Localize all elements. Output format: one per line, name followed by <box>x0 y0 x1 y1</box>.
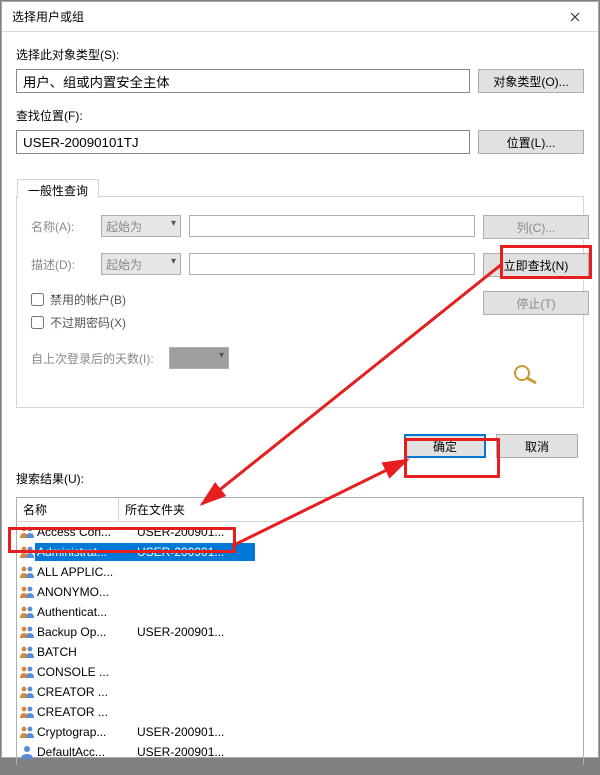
column-folder[interactable]: 所在文件夹 <box>119 498 583 521</box>
cell-name: Backup Op... <box>35 623 135 641</box>
locations-button[interactable]: 位置(L)... <box>478 130 584 154</box>
principal-icon <box>19 704 35 720</box>
cell-folder <box>135 710 255 714</box>
list-item[interactable]: CREATOR ... <box>17 702 583 722</box>
days-since-login-combo[interactable] <box>169 347 229 369</box>
name-input[interactable] <box>189 215 475 237</box>
cell-name: ALL APPLIC... <box>35 563 135 581</box>
list-item[interactable]: DefaultAcc...USER-200901... <box>17 742 583 762</box>
list-item[interactable]: Backup Op...USER-200901... <box>17 622 583 642</box>
dialog-window: 选择用户或组 选择此对象类型(S): 对象类型(O)... 查找位置(F): 位… <box>1 1 599 758</box>
principal-icon <box>19 604 35 620</box>
titlebar: 选择用户或组 <box>2 2 598 32</box>
tab-common-query[interactable]: 一般性查询 <box>17 179 99 198</box>
object-types-button[interactable]: 对象类型(O)... <box>478 69 584 93</box>
cell-folder: USER-200901... <box>135 623 255 641</box>
cell-name: CREATOR ... <box>35 683 135 701</box>
cell-folder <box>135 570 255 574</box>
cell-folder: USER-200901... <box>135 523 255 541</box>
list-item[interactable]: ANONYMO... <box>17 582 583 602</box>
principal-icon <box>19 644 35 660</box>
search-results[interactable]: 名称 所在文件夹 Access Con...USER-200901...Admi… <box>16 497 584 765</box>
list-item[interactable]: Cryptograp...USER-200901... <box>17 722 583 742</box>
cell-folder: USER-200901... <box>135 543 255 561</box>
list-item[interactable]: ALL APPLIC... <box>17 562 583 582</box>
principal-icon <box>19 584 35 600</box>
footer-row: 确定 取消 <box>16 434 584 458</box>
cancel-button[interactable]: 取消 <box>496 434 578 458</box>
query-panel: 一般性查询 名称(A): 起始为 描述(D): 起始为 <box>16 196 584 408</box>
list-item[interactable]: CONSOLE ... <box>17 662 583 682</box>
principal-icon <box>19 744 35 760</box>
cell-name: CONSOLE ... <box>35 663 135 681</box>
stop-button[interactable]: 停止(T) <box>483 291 589 315</box>
location-label: 查找位置(F): <box>16 107 584 124</box>
object-type-input[interactable] <box>16 69 470 93</box>
principal-icon <box>19 544 35 560</box>
cell-folder <box>135 610 255 614</box>
disabled-accounts-row[interactable]: 禁用的帐户(B) <box>31 291 475 308</box>
cell-name: CREATOR ... <box>35 703 135 721</box>
dialog-title: 选择用户或组 <box>12 8 84 25</box>
location-input[interactable] <box>16 130 470 154</box>
principal-icon <box>19 664 35 680</box>
cell-folder <box>135 590 255 594</box>
cell-folder: USER-200901... <box>135 723 255 741</box>
cell-name: Cryptograp... <box>35 723 135 741</box>
cell-name: Authenticat... <box>35 603 135 621</box>
magnifier-icon <box>483 359 569 389</box>
cell-name: Administrat... <box>35 543 135 561</box>
cell-folder <box>135 690 255 694</box>
non-expiring-pw-row[interactable]: 不过期密码(X) <box>31 314 475 331</box>
search-results-label: 搜索结果(U): <box>16 470 584 487</box>
list-item[interactable]: CREATOR ... <box>17 682 583 702</box>
desc-label: 描述(D): <box>31 256 93 273</box>
cell-folder <box>135 650 255 654</box>
location-row: 位置(L)... <box>16 130 584 154</box>
columns-button[interactable]: 列(C)... <box>483 215 589 239</box>
disabled-accounts-checkbox[interactable] <box>31 293 44 306</box>
cell-name: Access Con... <box>35 523 135 541</box>
close-icon <box>570 12 580 22</box>
cell-name: DefaultAcc... <box>35 743 135 761</box>
principal-icon <box>19 524 35 540</box>
cell-name: BATCH <box>35 643 135 661</box>
results-header: 名称 所在文件夹 <box>17 498 583 522</box>
cell-name: ANONYMO... <box>35 583 135 601</box>
name-match-combo[interactable]: 起始为 <box>101 215 181 237</box>
list-item[interactable]: Authenticat... <box>17 602 583 622</box>
non-expiring-pw-checkbox[interactable] <box>31 316 44 329</box>
days-since-login-label: 自上次登录后的天数(I): <box>31 350 161 367</box>
ok-button[interactable]: 确定 <box>404 434 486 458</box>
object-type-row: 对象类型(O)... <box>16 69 584 93</box>
name-label: 名称(A): <box>31 218 93 235</box>
list-item[interactable]: Access Con...USER-200901... <box>17 522 583 542</box>
principal-icon <box>19 684 35 700</box>
principal-icon <box>19 564 35 580</box>
desc-input[interactable] <box>189 253 475 275</box>
list-item[interactable]: Administrat...USER-200901... <box>17 542 583 562</box>
principal-icon <box>19 724 35 740</box>
principal-icon <box>19 624 35 640</box>
close-button[interactable] <box>552 2 598 32</box>
object-type-label: 选择此对象类型(S): <box>16 46 584 63</box>
list-item[interactable]: BATCH <box>17 642 583 662</box>
cell-folder <box>135 670 255 674</box>
column-name[interactable]: 名称 <box>17 498 119 521</box>
find-now-button[interactable]: 立即查找(N) <box>483 253 589 277</box>
dialog-body: 选择此对象类型(S): 对象类型(O)... 查找位置(F): 位置(L)...… <box>2 32 598 775</box>
cell-folder: USER-200901... <box>135 743 255 761</box>
desc-match-combo[interactable]: 起始为 <box>101 253 181 275</box>
